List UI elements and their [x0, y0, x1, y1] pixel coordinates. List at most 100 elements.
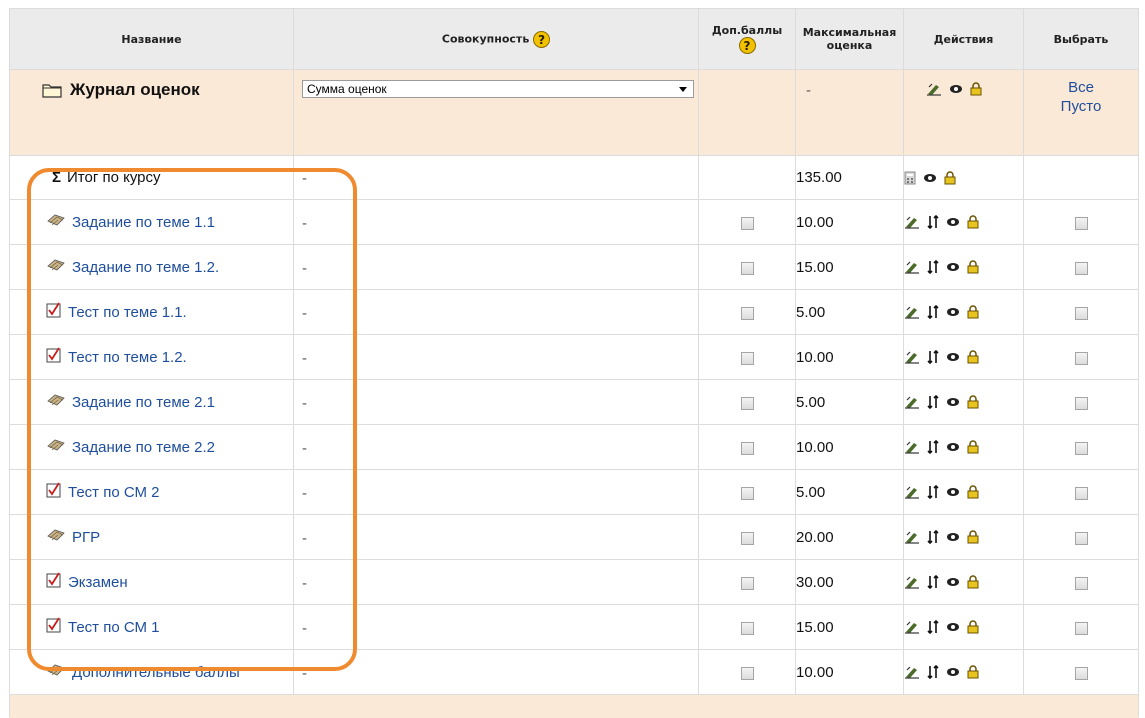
extra-credit-checkbox[interactable] — [740, 351, 754, 365]
select-none-link[interactable]: Пусто — [1024, 97, 1138, 116]
extra-credit-checkbox[interactable] — [740, 441, 754, 455]
edit-icon[interactable] — [904, 485, 920, 499]
edit-icon[interactable] — [904, 350, 920, 364]
extra-credit-checkbox[interactable] — [740, 486, 754, 500]
eye-icon[interactable] — [946, 442, 960, 452]
grade-item-link[interactable]: Тест по теме 1.1. — [68, 304, 187, 321]
grade-item-link[interactable]: Задание по теме 2.1 — [72, 394, 215, 411]
item-aggregation-cell: - — [293, 334, 699, 380]
item-extra-cell — [698, 514, 796, 560]
eye-icon[interactable] — [946, 622, 960, 632]
select-item-checkbox[interactable] — [1074, 531, 1088, 545]
move-icon[interactable] — [927, 485, 939, 499]
item-actions-cell — [903, 199, 1024, 245]
eye-icon[interactable] — [946, 577, 960, 587]
lock-icon[interactable] — [967, 215, 979, 229]
help-icon[interactable]: ? — [533, 30, 551, 48]
header-aggregation: Совокупность ? — [293, 8, 699, 70]
help-icon[interactable]: ? — [738, 37, 756, 54]
extra-credit-checkbox[interactable] — [740, 666, 754, 680]
edit-icon[interactable] — [904, 260, 920, 274]
grade-item-link[interactable]: Дополнительные баллы — [72, 664, 240, 681]
item-max-cell: 10.00 — [795, 199, 904, 245]
move-icon[interactable] — [927, 395, 939, 409]
move-icon[interactable] — [927, 350, 939, 364]
extra-credit-checkbox[interactable] — [740, 531, 754, 545]
item-actions-cell — [903, 379, 1024, 425]
eye-icon[interactable] — [946, 262, 960, 272]
eye-icon[interactable] — [923, 173, 937, 183]
eye-icon[interactable] — [946, 307, 960, 317]
grade-item-link[interactable]: Тест по СМ 1 — [68, 619, 160, 636]
select-item-checkbox[interactable] — [1074, 666, 1088, 680]
extra-credit-checkbox[interactable] — [740, 396, 754, 410]
select-item-checkbox[interactable] — [1074, 441, 1088, 455]
eye-icon[interactable] — [946, 352, 960, 362]
eye-icon[interactable] — [946, 667, 960, 677]
lock-icon[interactable] — [967, 530, 979, 544]
lock-icon[interactable] — [967, 485, 979, 499]
edit-icon[interactable] — [904, 395, 920, 409]
edit-icon[interactable] — [926, 82, 942, 96]
item-extra-cell — [698, 199, 796, 245]
folder-icon — [42, 82, 62, 98]
eye-icon[interactable] — [949, 84, 963, 94]
lock-icon[interactable] — [967, 575, 979, 589]
grade-item-link[interactable]: Экзамен — [68, 574, 128, 591]
item-max-cell: 30.00 — [795, 559, 904, 605]
edit-icon[interactable] — [904, 530, 920, 544]
extra-credit-checkbox[interactable] — [740, 306, 754, 320]
lock-icon[interactable] — [944, 170, 956, 185]
extra-credit-checkbox[interactable] — [740, 261, 754, 275]
edit-icon[interactable] — [904, 620, 920, 634]
edit-icon[interactable] — [904, 305, 920, 319]
select-item-checkbox[interactable] — [1074, 261, 1088, 275]
lock-icon[interactable] — [967, 350, 979, 364]
grade-item-link[interactable]: РГР — [72, 529, 100, 546]
grade-item-link[interactable]: Тест по теме 1.2. — [68, 349, 187, 366]
item-select-cell — [1023, 514, 1139, 560]
extra-credit-checkbox[interactable] — [740, 216, 754, 230]
item-max-cell: 5.00 — [795, 379, 904, 425]
select-item-checkbox[interactable] — [1074, 396, 1088, 410]
select-item-checkbox[interactable] — [1074, 216, 1088, 230]
edit-icon[interactable] — [904, 215, 920, 229]
select-item-checkbox[interactable] — [1074, 576, 1088, 590]
grade-item-link[interactable]: Задание по теме 1.2. — [72, 259, 219, 276]
category-actions-cell — [903, 69, 1024, 156]
edit-icon[interactable] — [904, 440, 920, 454]
calculator-icon[interactable] — [904, 171, 916, 185]
select-item-checkbox[interactable] — [1074, 306, 1088, 320]
eye-icon[interactable] — [946, 532, 960, 542]
grade-item-link[interactable]: Задание по теме 1.1 — [72, 214, 215, 231]
item-extra-cell — [698, 289, 796, 335]
move-icon[interactable] — [927, 260, 939, 274]
lock-icon[interactable] — [967, 260, 979, 274]
select-all-link[interactable]: Все — [1024, 78, 1138, 97]
lock-icon[interactable] — [967, 305, 979, 319]
lock-icon[interactable] — [967, 395, 979, 409]
extra-credit-checkbox[interactable] — [740, 576, 754, 590]
eye-icon[interactable] — [946, 397, 960, 407]
lock-icon[interactable] — [967, 620, 979, 634]
aggregation-select[interactable]: Сумма оценок — [302, 80, 694, 98]
move-icon[interactable] — [927, 575, 939, 589]
grade-item-link[interactable]: Тест по СМ 2 — [68, 484, 160, 501]
lock-icon[interactable] — [967, 440, 979, 454]
item-select-cell — [1023, 649, 1139, 695]
select-item-checkbox[interactable] — [1074, 621, 1088, 635]
extra-credit-checkbox[interactable] — [740, 621, 754, 635]
move-icon[interactable] — [927, 215, 939, 229]
select-item-checkbox[interactable] — [1074, 351, 1088, 365]
edit-icon[interactable] — [904, 575, 920, 589]
move-icon[interactable] — [927, 530, 939, 544]
grade-item-row: Тест по СМ 1 - 15.00 — [9, 604, 1139, 650]
lock-icon[interactable] — [970, 82, 982, 96]
move-icon[interactable] — [927, 440, 939, 454]
grade-item-link[interactable]: Задание по теме 2.2 — [72, 439, 215, 456]
select-item-checkbox[interactable] — [1074, 486, 1088, 500]
move-icon[interactable] — [927, 620, 939, 634]
move-icon[interactable] — [927, 305, 939, 319]
eye-icon[interactable] — [946, 487, 960, 497]
eye-icon[interactable] — [946, 217, 960, 227]
